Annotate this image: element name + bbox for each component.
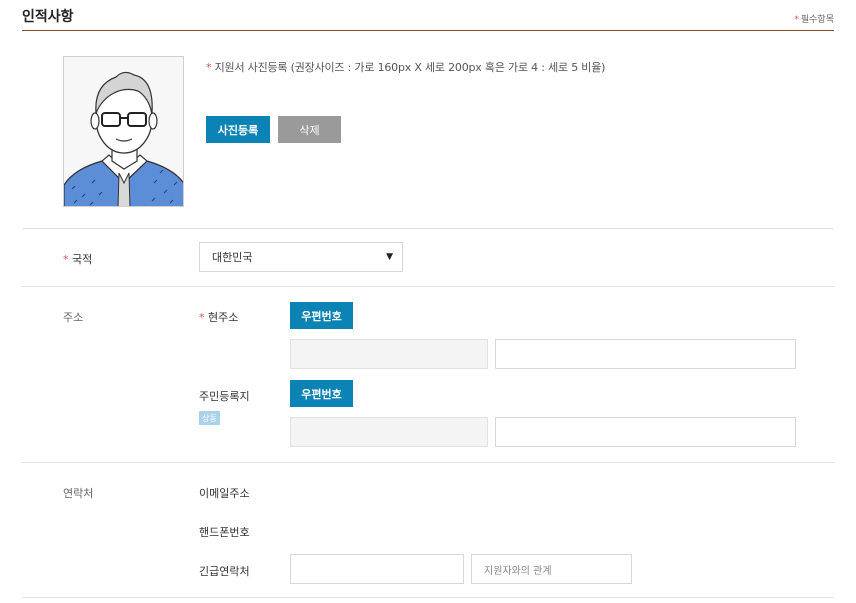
contact-label: 연락처: [63, 487, 94, 500]
relationship-field[interactable]: 지원자와의 관계: [471, 554, 632, 584]
photo-guideline: * 지원서 사진등록 (권장사이즈 : 가로 160px X 세로 200px …: [206, 59, 605, 75]
registered-address-detail-field[interactable]: [495, 417, 796, 447]
registered-postcode-button[interactable]: 우편번호: [290, 380, 353, 407]
row-divider: [22, 597, 834, 598]
row-divider: [22, 462, 834, 463]
current-address-label-text: 현주소: [208, 311, 239, 324]
nationality-label-text: 국적: [72, 253, 93, 266]
required-legend-label: 필수항목: [800, 15, 834, 25]
avatar-placeholder-icon: [64, 57, 183, 206]
current-address-detail-field[interactable]: [495, 339, 796, 369]
address-label: 주소: [63, 311, 84, 324]
nationality-select[interactable]: 대한민국 ▼: [199, 242, 403, 272]
section-title: 인적사항: [22, 9, 74, 25]
row-divider: [22, 228, 834, 229]
required-star-icon: *: [63, 253, 69, 266]
required-legend: * 필수항목: [794, 12, 834, 25]
nationality-label: * 국적: [63, 251, 92, 267]
photo-guideline-text: 지원서 사진등록 (권장사이즈 : 가로 160px X 세로 200px 혹은…: [214, 61, 606, 74]
same-as-above-badge[interactable]: 상동: [199, 411, 220, 425]
registered-address-base-field: [290, 417, 488, 447]
required-star-icon: *: [199, 311, 205, 324]
required-star-icon: *: [206, 61, 212, 74]
nationality-selected-value: 대한민국: [212, 251, 253, 264]
photo-preview: [63, 56, 184, 207]
phone-label: 핸드폰번호: [199, 526, 250, 539]
email-label: 이메일주소: [199, 487, 250, 500]
registered-address-label: 주민등록지: [199, 390, 250, 403]
title-divider: [22, 30, 834, 31]
current-address-base-field: [290, 339, 488, 369]
row-divider: [22, 286, 834, 287]
emergency-contact-label: 긴급연락처: [199, 565, 250, 578]
current-address-label: * 현주소: [199, 309, 238, 325]
photo-delete-button[interactable]: 삭제: [278, 116, 341, 143]
emergency-contact-field[interactable]: [290, 554, 464, 584]
current-postcode-button[interactable]: 우편번호: [290, 302, 353, 329]
dropdown-arrow-icon: ▼: [386, 252, 393, 262]
required-star-icon: *: [794, 15, 799, 25]
photo-register-button[interactable]: 사진등록: [206, 116, 270, 143]
